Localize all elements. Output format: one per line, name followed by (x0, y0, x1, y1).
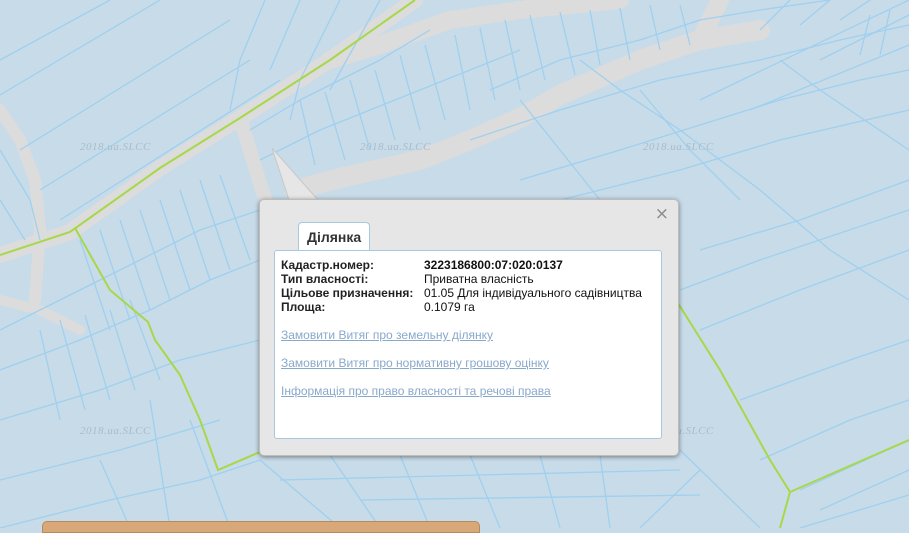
parcel-info-popup: × Ділянка Кадастр.номер: 3223186800:07:0… (259, 199, 679, 456)
purpose-value: 01.05 Для індивідуального садівництва (424, 286, 642, 300)
ownership-type-label: Тип власності: (281, 272, 369, 286)
area-label: Площа: (281, 300, 326, 314)
map-watermark: 2018.ua.SLCC (360, 141, 431, 153)
ownership-rights-info-link[interactable]: Інформація про право власності та речові… (281, 384, 551, 398)
map-watermark: 2018.ua.SLCC (80, 141, 151, 153)
ownership-type-value: Приватна власність (424, 272, 534, 286)
parcel-info-panel: Кадастр.номер: 3223186800:07:020:0137 Ти… (274, 250, 662, 439)
bottom-panel-edge (42, 521, 480, 533)
order-land-extract-link[interactable]: Замовити Витяг про земельну ділянку (281, 328, 493, 342)
map-watermark: 2018.ua.SLCC (80, 425, 151, 437)
cadastral-number-label: Кадастр.номер: (281, 258, 374, 272)
area-value: 0.1079 га (424, 300, 475, 314)
tab-parcel[interactable]: Ділянка (298, 222, 371, 250)
close-icon[interactable]: × (655, 205, 669, 223)
cadastral-number-value: 3223186800:07:020:0137 (424, 258, 563, 272)
map-watermark: 2018.ua.SLCC (643, 141, 714, 153)
order-valuation-extract-link[interactable]: Замовити Витяг про нормативну грошову оц… (281, 356, 549, 370)
purpose-label: Цільове призначення: (281, 286, 414, 300)
